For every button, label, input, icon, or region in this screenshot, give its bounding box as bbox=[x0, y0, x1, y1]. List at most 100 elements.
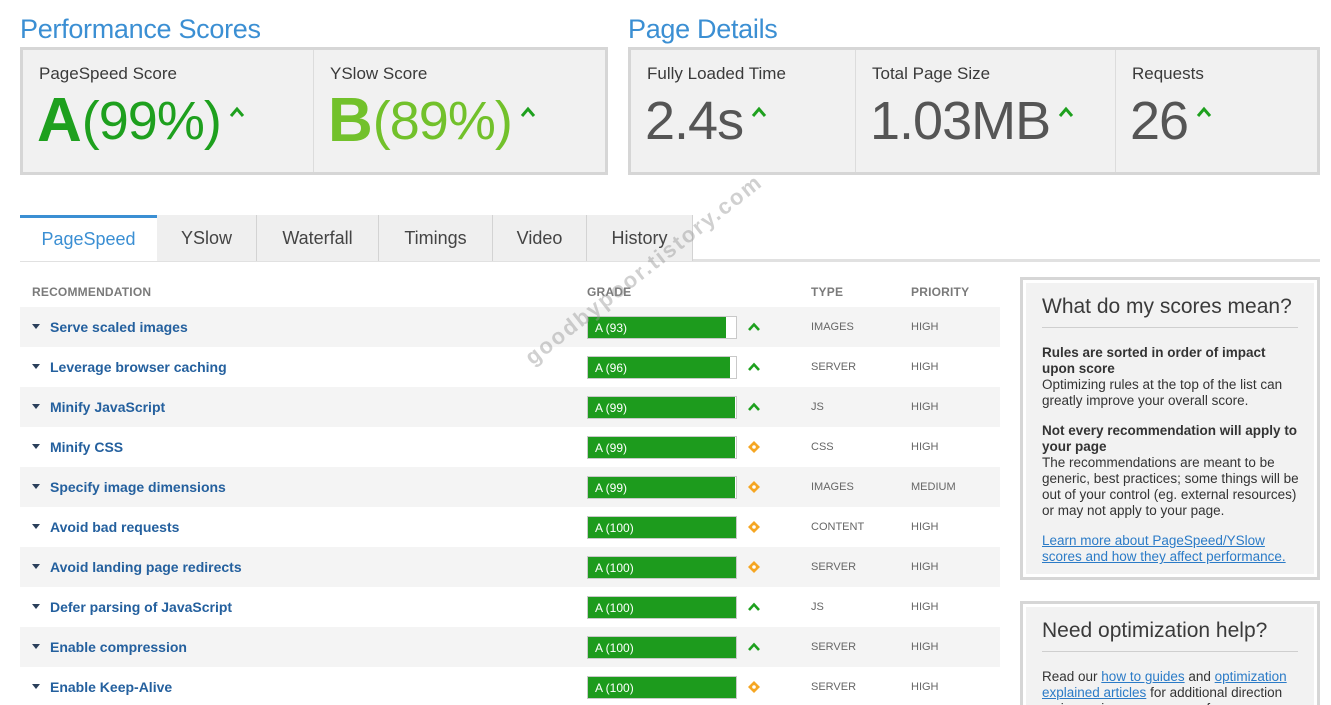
grade-bar-label: A (100) bbox=[595, 681, 634, 695]
requests-label: Requests bbox=[1132, 64, 1204, 83]
grade-bar-label: A (96) bbox=[595, 361, 628, 375]
scores-explainer-panel: What do my scores mean? Rules are sorted… bbox=[1026, 283, 1314, 574]
performance-scores-title: Performance Scores bbox=[20, 14, 261, 44]
caret-down-icon[interactable] bbox=[32, 484, 40, 489]
caret-down-icon[interactable] bbox=[32, 404, 40, 409]
diamond-icon bbox=[748, 481, 760, 493]
col-header-type[interactable]: TYPE bbox=[811, 285, 843, 299]
recommendation-name[interactable]: Minify CSS bbox=[50, 439, 123, 455]
requests-value: 26 bbox=[1130, 90, 1212, 152]
page-size-card: Total Page Size 1.03MB bbox=[856, 50, 1116, 172]
table-row[interactable]: Avoid bad requests A (100) CONTENT HIGH bbox=[20, 507, 1000, 547]
table-row[interactable]: Enable compression A (100) SERVER HIGH bbox=[20, 627, 1000, 667]
recommendation-priority: HIGH bbox=[911, 681, 939, 693]
table-row[interactable]: Enable Keep-Alive A (100) SERVER HIGH bbox=[20, 667, 1000, 705]
grade-bar: A (100) bbox=[587, 556, 737, 579]
scores-explainer-p1: Rules are sorted in order of impact upon… bbox=[1042, 345, 1300, 409]
recommendation-type: SERVER bbox=[811, 561, 857, 573]
recommendation-name[interactable]: Specify image dimensions bbox=[50, 479, 226, 495]
grade-bar-label: A (100) bbox=[595, 641, 634, 655]
help-text-2: and bbox=[1184, 669, 1215, 684]
loaded-time-card: Fully Loaded Time 2.4s bbox=[631, 50, 856, 172]
caret-down-icon[interactable] bbox=[32, 604, 40, 609]
recommendation-name[interactable]: Leverage browser caching bbox=[50, 359, 227, 375]
caret-down-icon[interactable] bbox=[32, 684, 40, 689]
recommendation-type: SERVER bbox=[811, 641, 857, 653]
scores-explainer-p2-heading: Not every recommendation will apply to y… bbox=[1042, 423, 1298, 454]
page-size-label: Total Page Size bbox=[872, 64, 991, 83]
grade-bar: A (93) bbox=[587, 316, 737, 339]
pagespeed-grade-percent: (99%) bbox=[81, 91, 222, 151]
table-row[interactable]: Serve scaled images A (93) IMAGES HIGH bbox=[20, 307, 1000, 347]
tab-yslow[interactable]: YSlow bbox=[157, 215, 257, 261]
optimization-help-box: Need optimization help? Read our how to … bbox=[1020, 601, 1320, 705]
grade-bar-label: A (93) bbox=[595, 321, 628, 335]
performance-scores-box: PageSpeed Score A (99%) YSlow Score B (8… bbox=[20, 47, 608, 175]
chevron-up-icon bbox=[1058, 106, 1074, 117]
grade-bar-label: A (99) bbox=[595, 441, 628, 455]
grade-bar-label: A (100) bbox=[595, 561, 634, 575]
table-row[interactable]: Specify image dimensions A (99) IMAGES MEDI… bbox=[20, 467, 1000, 507]
caret-down-icon[interactable] bbox=[32, 444, 40, 449]
tab-timings[interactable]: Timings bbox=[379, 215, 493, 261]
table-row[interactable]: Avoid landing page redirects A (100) SERVE… bbox=[20, 547, 1000, 587]
page-size-number: 1.03MB bbox=[870, 91, 1051, 151]
yslow-grade-percent: (89%) bbox=[372, 91, 513, 151]
divider bbox=[1042, 327, 1298, 328]
recommendation-priority: HIGH bbox=[911, 561, 939, 573]
tab-video[interactable]: Video bbox=[493, 215, 587, 261]
recommendation-priority: HIGH bbox=[911, 441, 939, 453]
chevron-up-icon bbox=[748, 362, 760, 371]
requests-number: 26 bbox=[1130, 91, 1189, 151]
caret-down-icon[interactable] bbox=[32, 364, 40, 369]
recommendation-name[interactable]: Enable compression bbox=[50, 639, 187, 655]
caret-down-icon[interactable] bbox=[32, 324, 40, 329]
recommendation-name[interactable]: Defer parsing of JavaScript bbox=[50, 599, 232, 615]
recommendation-name[interactable]: Avoid landing page redirects bbox=[50, 559, 242, 575]
yslow-score-card: YSlow Score B (89%) bbox=[314, 50, 605, 172]
caret-down-icon[interactable] bbox=[32, 524, 40, 529]
optimization-help-text: Read our how to guides and optimization … bbox=[1042, 669, 1300, 705]
optimization-help-panel: Need optimization help? Read our how to … bbox=[1026, 607, 1314, 705]
chevron-up-icon bbox=[748, 402, 760, 411]
recommendation-name[interactable]: Enable Keep-Alive bbox=[50, 679, 172, 695]
recommendation-type: SERVER bbox=[811, 361, 857, 373]
tab-pagespeed[interactable]: PageSpeed bbox=[20, 215, 157, 261]
grade-bar: A (100) bbox=[587, 516, 737, 539]
pagespeed-score-card: PageSpeed Score A (99%) bbox=[23, 50, 314, 172]
page-details-title: Page Details bbox=[628, 14, 778, 44]
recommendation-name[interactable]: Avoid bad requests bbox=[50, 519, 179, 535]
scores-explainer-p1-body: Optimizing rules at the top of the list … bbox=[1042, 377, 1283, 408]
recommendation-name[interactable]: Minify JavaScript bbox=[50, 399, 165, 415]
help-text-1: Read our bbox=[1042, 669, 1102, 684]
grade-bar-label: A (99) bbox=[595, 401, 628, 415]
diamond-icon bbox=[748, 681, 760, 693]
pagespeed-grade-letter: A bbox=[37, 86, 82, 155]
table-row[interactable]: Minify CSS A (99) CSS HIGH bbox=[20, 427, 1000, 467]
recommendation-priority: MEDIUM bbox=[911, 481, 956, 493]
scores-explainer-p2-body: The recommendations are meant to be gene… bbox=[1042, 455, 1299, 518]
recommendation-priority: HIGH bbox=[911, 521, 939, 533]
requests-card: Requests 26 bbox=[1116, 50, 1317, 172]
caret-down-icon[interactable] bbox=[32, 644, 40, 649]
caret-down-icon[interactable] bbox=[32, 564, 40, 569]
yslow-grade-letter: B bbox=[328, 86, 373, 155]
recommendation-priority: HIGH bbox=[911, 641, 939, 653]
table-row[interactable]: Leverage browser caching A (96) SERVER HIGH bbox=[20, 347, 1000, 387]
table-row[interactable]: Minify JavaScript A (99) JS HIGH bbox=[20, 387, 1000, 427]
grade-bar: A (100) bbox=[587, 676, 737, 699]
grade-bar-label: A (99) bbox=[595, 481, 628, 495]
col-header-priority[interactable]: PRIORITY bbox=[911, 285, 969, 299]
scores-explainer-link-wrap: Learn more about PageSpeed/YSlow scores … bbox=[1042, 533, 1300, 565]
table-row[interactable]: Defer parsing of JavaScript A (100) JS HIGH bbox=[20, 587, 1000, 627]
recommendation-name[interactable]: Serve scaled images bbox=[50, 319, 188, 335]
chevron-up-icon bbox=[748, 602, 760, 611]
recommendation-priority: HIGH bbox=[911, 321, 939, 333]
col-header-recommendation[interactable]: RECOMMENDATION bbox=[32, 285, 151, 299]
learn-more-link[interactable]: Learn more about PageSpeed/YSlow scores … bbox=[1042, 533, 1286, 564]
diamond-icon bbox=[748, 521, 760, 533]
how-to-guides-link[interactable]: how to guides bbox=[1101, 669, 1184, 684]
recommendation-type: IMAGES bbox=[811, 321, 854, 333]
tab-waterfall[interactable]: Waterfall bbox=[257, 215, 379, 261]
divider bbox=[1042, 651, 1298, 652]
